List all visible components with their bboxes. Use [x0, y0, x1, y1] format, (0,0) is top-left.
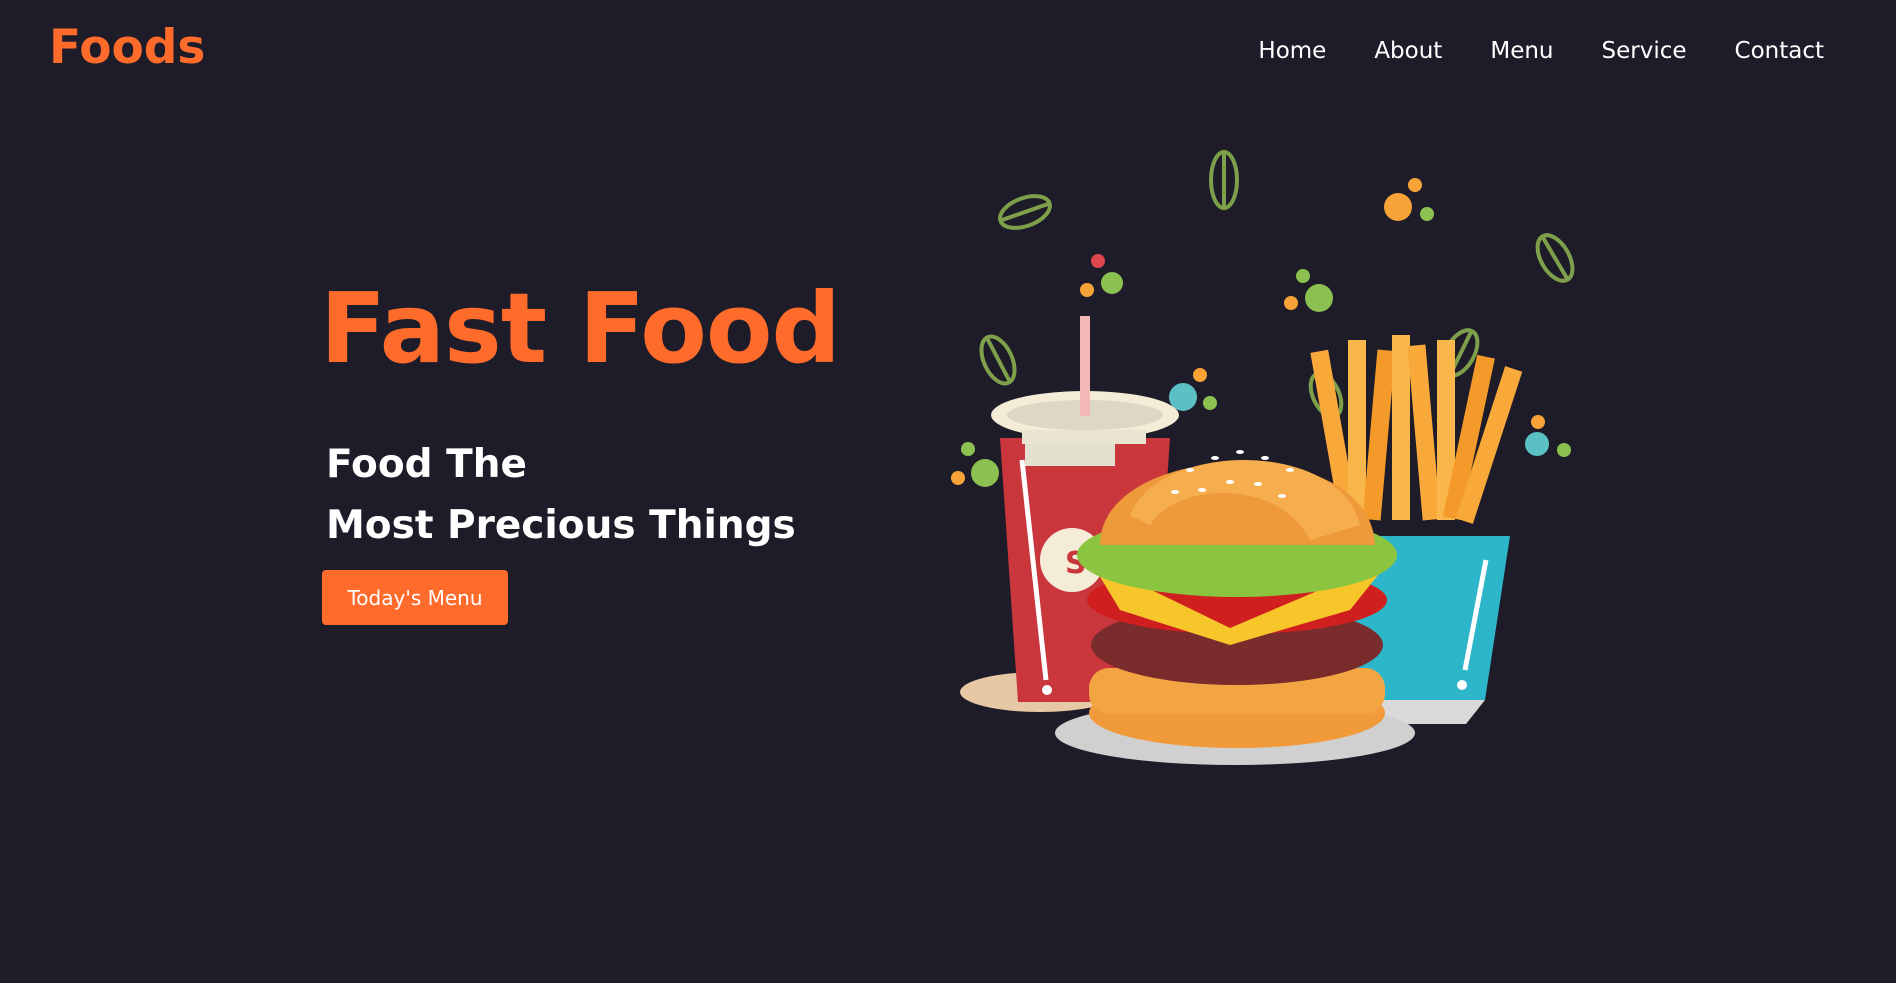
nav-service-link[interactable]: Service: [1602, 38, 1687, 64]
page: Foods Home About Menu Service Contact Fa…: [0, 0, 1896, 983]
main-nav: Home About Menu Service Contact: [1210, 38, 1824, 64]
leaf-icon: [1209, 150, 1239, 210]
nav-about-link[interactable]: About: [1374, 38, 1442, 64]
hero-subtitle-line-2: Most Precious Things: [326, 503, 796, 548]
leaf-icon: [998, 194, 1052, 230]
site-logo[interactable]: Foods: [49, 20, 205, 75]
nav-home-link[interactable]: Home: [1258, 38, 1326, 64]
leaf-icon: [979, 334, 1017, 386]
nav-contact-link[interactable]: Contact: [1735, 38, 1824, 64]
hero-subtitle-line-1: Food The: [326, 442, 527, 487]
fast-food-illustration-icon: S: [951, 150, 1575, 765]
todays-menu-button[interactable]: Today's Menu: [322, 570, 508, 625]
hero-subtitle: Food The Most Precious Things: [326, 434, 796, 556]
hero-title: Fast Food: [320, 272, 841, 385]
leaf-icon: [1535, 233, 1575, 283]
nav-menu-link[interactable]: Menu: [1490, 38, 1553, 64]
